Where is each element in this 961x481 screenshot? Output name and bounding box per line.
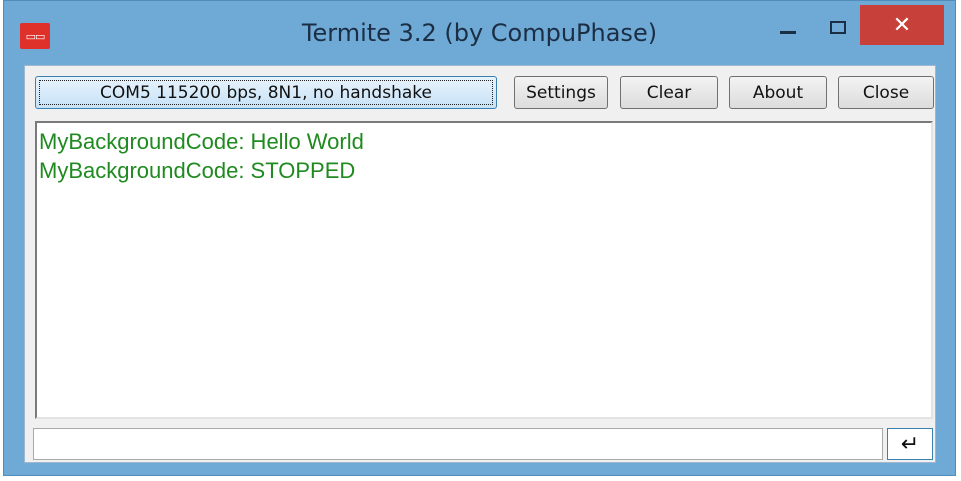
send-button[interactable]: ↵ (887, 428, 933, 460)
close-button[interactable]: Close (838, 76, 934, 109)
minimize-button[interactable] (766, 9, 810, 45)
command-input[interactable] (33, 428, 883, 460)
close-label: Close (862, 82, 910, 103)
close-window-button[interactable]: ✕ (860, 5, 944, 45)
close-icon: ✕ (892, 12, 912, 38)
settings-label: Settings (526, 82, 596, 103)
settings-button[interactable]: Settings (514, 76, 608, 109)
window-title: Termite 3.2 (by CompuPhase) (301, 19, 658, 47)
about-label: About (752, 82, 804, 103)
app-window: ▭▭ Termite 3.2 (by CompuPhase) ✕ COM5 11… (3, 0, 956, 476)
minimize-icon (780, 30, 796, 34)
port-settings-button[interactable]: COM5 115200 bps, 8N1, no handshake (35, 76, 497, 109)
clear-button[interactable]: Clear (620, 76, 718, 109)
command-input-row: ↵ (33, 428, 933, 460)
maximize-button[interactable] (816, 9, 860, 45)
maximize-icon (830, 20, 846, 34)
enter-icon: ↵ (900, 431, 920, 457)
output-log[interactable]: MyBackgroundCode: Hello World MyBackgrou… (35, 121, 933, 419)
output-line: MyBackgroundCode: Hello World (39, 129, 364, 154)
clear-label: Clear (646, 82, 692, 103)
port-settings-label: COM5 115200 bps, 8N1, no handshake (100, 82, 432, 103)
client-area: COM5 115200 bps, 8N1, no handshake Setti… (24, 65, 936, 463)
title-bar[interactable]: ▭▭ Termite 3.2 (by CompuPhase) ✕ (4, 1, 955, 65)
about-button[interactable]: About (729, 76, 827, 109)
output-line: MyBackgroundCode: STOPPED (39, 158, 356, 183)
